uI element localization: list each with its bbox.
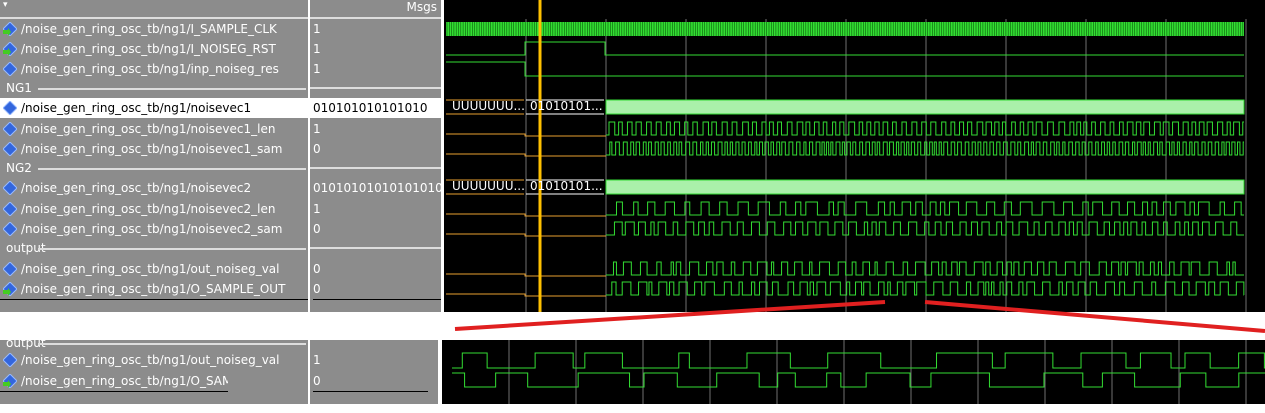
signal-name: /noise_gen_ring_osc_tb/ng1/noisevec2_sam xyxy=(21,222,283,236)
signal-name: /noise_gen_ring_osc_tb/ng1/O_SAMPLE_OUT xyxy=(21,282,286,296)
signal-icon xyxy=(2,121,18,137)
bus-fill xyxy=(605,179,1245,195)
signal-icon xyxy=(2,261,18,277)
zoom-line-left xyxy=(454,300,886,331)
signal-value: 1 xyxy=(313,353,321,367)
values-header: Msgs xyxy=(310,0,441,19)
signal-row[interactable]: /noise_gen_ring_osc_tb/ng1/noisevec1_len xyxy=(0,119,308,139)
waveform-canvas[interactable] xyxy=(444,0,1265,312)
signal-name: /noise_gen_ring_osc_tb/ng1/inp_noiseg_re… xyxy=(21,62,279,76)
signal-icon xyxy=(2,180,18,196)
signal-names-panel: ▾ /noise_gen_ring_osc_tb/ng1/I_SAMPLE_CL… xyxy=(0,0,308,312)
zoom-annotation xyxy=(454,300,1265,333)
group-label: output xyxy=(6,241,46,255)
group-ng2[interactable]: NG2 xyxy=(0,159,308,177)
signal-wave xyxy=(606,261,1244,276)
msgs-header: Msgs xyxy=(406,0,437,14)
signal-row[interactable]: /noise_gen_ring_osc_tb/ng1/noisevec1_sam xyxy=(0,139,308,159)
signal-value: 1 xyxy=(313,22,321,36)
group-divider xyxy=(310,87,441,89)
signal-value: 1 xyxy=(313,42,321,56)
input-signal-icon xyxy=(2,21,18,37)
res-wave xyxy=(446,61,1244,77)
signal-name: /noise_gen_ring_osc_tb/ng1/noisevec1_len xyxy=(21,122,276,136)
group-ng1[interactable]: NG1 xyxy=(0,79,308,97)
signal-row[interactable]: /noise_gen_ring_osc_tb/ng1/noisevec2 xyxy=(0,178,308,198)
group-label: NG1 xyxy=(6,81,32,95)
bus-label-undefined: UUUUUUU... xyxy=(452,179,525,193)
zoom-out-noiseg-val xyxy=(452,352,1265,369)
signal-name: /noise_gen_ring_osc_tb/ng1/out_noiseg_va… xyxy=(21,262,280,276)
signal-wave xyxy=(606,121,1244,136)
signal-name: /noise_gen_ring_osc_tb/ng1/noisevec2_len xyxy=(21,202,276,216)
signal-wave xyxy=(606,221,1244,236)
bus-fill xyxy=(605,99,1245,115)
signal-row[interactable]: /noise_gen_ring_osc_tb/ng1/inp_noiseg_re… xyxy=(0,59,308,79)
collapse-arrow-icon[interactable]: ▾ xyxy=(3,0,8,10)
signal-value: 01010101010101010 xyxy=(313,181,443,195)
zoomed-values-panel: 1 0 xyxy=(310,340,438,404)
signal-row[interactable]: /noise_gen_ring_osc_tb/ng1/out_noiseg_va… xyxy=(0,350,308,370)
signal-name: /noise_gen_ring_osc_tb/ng1/O_SAMPLE_OUT xyxy=(21,374,228,388)
signal-row[interactable]: /noise_gen_ring_osc_tb/ng1/noisevec2_sam xyxy=(0,219,308,239)
signal-name: /noise_gen_ring_osc_tb/ng1/noisevec1_sam xyxy=(21,142,283,156)
signal-icon xyxy=(2,141,18,157)
signal-values-panel: Msgs 1 1 1 010101010101010 1 0 010101010… xyxy=(310,0,443,312)
signal-name: /noise_gen_ring_osc_tb/ng1/noisevec1 xyxy=(21,101,252,115)
signal-wave xyxy=(606,141,1244,156)
names-header: ▾ xyxy=(0,0,308,19)
zoomed-names-panel: output /noise_gen_ring_osc_tb/ng1/out_no… xyxy=(0,336,308,404)
signal-wave xyxy=(606,281,1245,296)
zoomed-waveform-canvas[interactable] xyxy=(442,340,1265,404)
output-signal-icon xyxy=(2,281,18,297)
signal-row[interactable]: /noise_gen_ring_osc_tb/ng1/I_NOISEG_RST xyxy=(0,39,308,59)
bus-label-undefined: UUUUUUU... xyxy=(452,99,525,113)
group-output[interactable]: output xyxy=(0,239,308,257)
group-divider xyxy=(310,247,441,249)
zoomed-waveform-panel[interactable] xyxy=(442,340,1265,404)
output-signal-icon xyxy=(2,373,18,389)
signal-name: /noise_gen_ring_osc_tb/ng1/out_noiseg_va… xyxy=(21,353,280,367)
bus-label-value: 01010101... xyxy=(530,99,603,113)
signal-row[interactable]: /noise_gen_ring_osc_tb/ng1/out_noiseg_va… xyxy=(0,259,308,279)
signal-row[interactable]: /noise_gen_ring_osc_tb/ng1/O_SAMPLE_OUT xyxy=(0,371,228,392)
signal-name: /noise_gen_ring_osc_tb/ng1/I_SAMPLE_CLK xyxy=(21,22,277,36)
signal-icon xyxy=(2,221,18,237)
signal-name: /noise_gen_ring_osc_tb/ng1/I_NOISEG_RST xyxy=(21,42,276,56)
group-label: output xyxy=(6,336,46,350)
signal-icon xyxy=(2,352,18,368)
signal-value: 1 xyxy=(313,122,321,136)
signal-icon xyxy=(2,100,18,116)
group-label: NG2 xyxy=(6,161,32,175)
bus-label-value: 01010101... xyxy=(530,179,603,193)
zoom-line-right xyxy=(924,300,1265,333)
signal-row[interactable]: /noise_gen_ring_osc_tb/ng1/noisevec2_len xyxy=(0,199,308,219)
signal-icon xyxy=(2,201,18,217)
waveform-panel[interactable]: UUUUUUU... 01010101... UUUUUUU... 010101… xyxy=(444,0,1265,312)
group-divider xyxy=(310,167,441,169)
signal-value: 010101010101010 xyxy=(310,98,441,118)
signal-value: 0 xyxy=(313,222,321,236)
signal-value: 0 xyxy=(313,262,321,276)
signal-row-selected[interactable]: /noise_gen_ring_osc_tb/ng1/noisevec1 xyxy=(0,98,308,118)
signal-name: /noise_gen_ring_osc_tb/ng1/noisevec2 xyxy=(21,181,252,195)
signal-value: 1 xyxy=(313,62,321,76)
signal-value: 0 xyxy=(313,371,428,392)
signal-value: 0 xyxy=(313,142,321,156)
input-signal-icon xyxy=(2,41,18,57)
signal-icon xyxy=(2,61,18,77)
signal-wave xyxy=(606,201,1244,216)
zoom-sample-out xyxy=(452,372,1265,388)
signal-row[interactable]: /noise_gen_ring_osc_tb/ng1/I_SAMPLE_CLK xyxy=(0,19,308,39)
signal-value: 1 xyxy=(313,202,321,216)
rst-wave xyxy=(446,41,1244,56)
